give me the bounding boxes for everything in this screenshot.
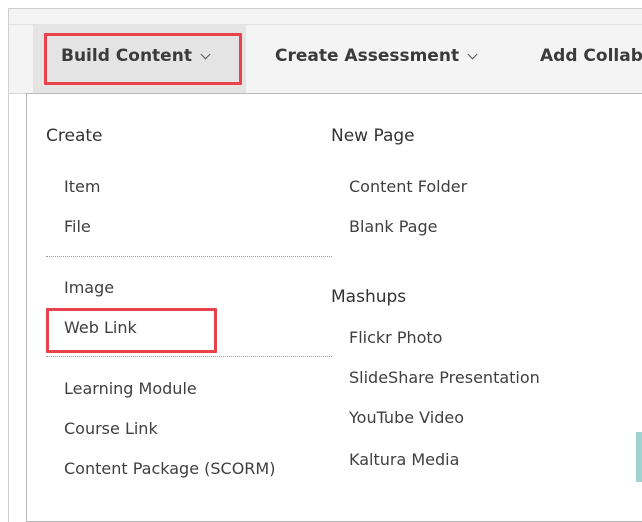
new-page-section-header: New Page xyxy=(331,126,415,146)
menu-item-content-package[interactable]: Content Package (SCORM) xyxy=(64,459,275,478)
menu-item-item[interactable]: Item xyxy=(64,177,100,196)
create-assessment-button[interactable]: Create Assessment xyxy=(275,46,478,66)
menu-item-image[interactable]: Image xyxy=(64,278,114,297)
background-content-strip xyxy=(636,432,642,482)
menu-item-youtube-video[interactable]: YouTube Video xyxy=(349,408,464,427)
menu-item-slideshare-presentation[interactable]: SlideShare Presentation xyxy=(349,368,540,387)
add-collab-label: Add Collab xyxy=(540,46,642,66)
menu-item-learning-module[interactable]: Learning Module xyxy=(64,379,197,398)
menu-item-blank-page[interactable]: Blank Page xyxy=(349,217,437,236)
menu-item-file[interactable]: File xyxy=(64,217,91,236)
chevron-down-icon xyxy=(467,49,478,60)
web-link-highlight xyxy=(46,308,217,353)
mashups-section-header: Mashups xyxy=(331,287,407,307)
menu-item-kaltura-media[interactable]: Kaltura Media xyxy=(349,450,459,469)
menu-separator xyxy=(46,356,332,357)
create-assessment-label: Create Assessment xyxy=(275,46,460,66)
menu-separator xyxy=(46,256,332,257)
create-section-header: Create xyxy=(46,126,103,146)
menu-item-course-link[interactable]: Course Link xyxy=(64,419,158,438)
menu-item-flickr-photo[interactable]: Flickr Photo xyxy=(349,328,442,347)
build-content-highlight xyxy=(44,33,242,85)
add-collab-button[interactable]: Add Collab xyxy=(540,46,642,66)
menu-item-content-folder[interactable]: Content Folder xyxy=(349,177,467,196)
